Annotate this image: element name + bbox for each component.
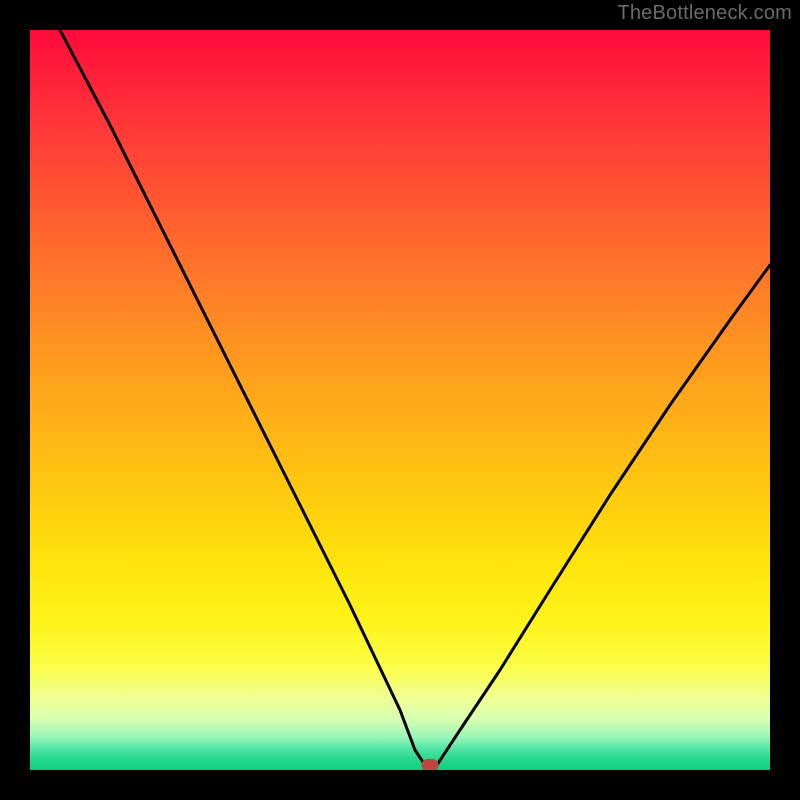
curve-path: [60, 30, 770, 765]
bottleneck-curve: [30, 30, 770, 770]
watermark-text: TheBottleneck.com: [617, 2, 792, 25]
chart-frame: TheBottleneck.com: [0, 0, 800, 800]
plot-area: [30, 30, 770, 770]
optimal-point-marker: [422, 759, 439, 770]
